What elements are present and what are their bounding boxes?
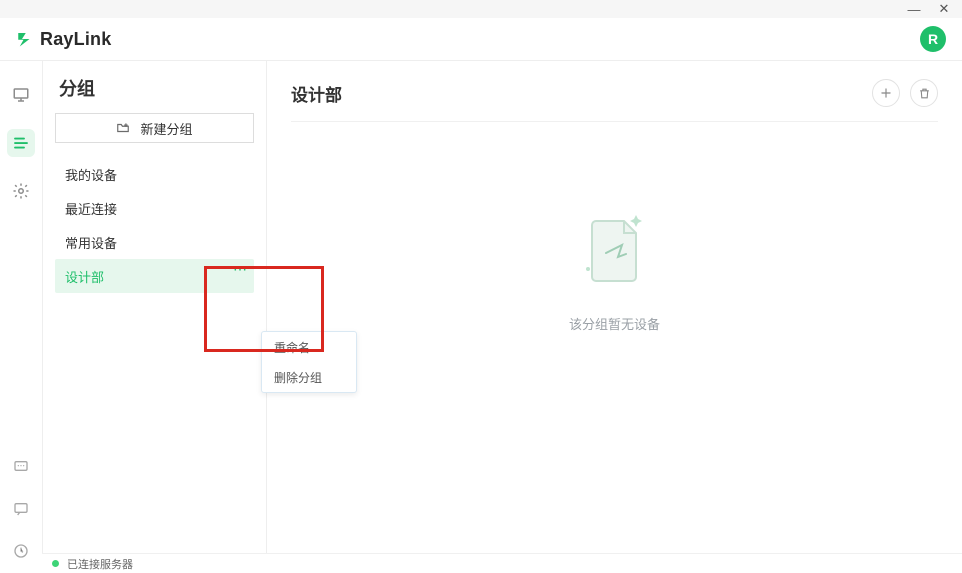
- nav-item-chat[interactable]: [7, 453, 35, 481]
- delete-button[interactable]: [910, 79, 938, 107]
- add-device-button[interactable]: [872, 79, 900, 107]
- empty-illustration: [583, 212, 647, 292]
- plus-icon: [879, 86, 893, 100]
- group-item-label: 我的设备: [65, 165, 117, 184]
- nav-rail: [0, 60, 42, 573]
- new-group-label: 新建分组: [140, 119, 192, 138]
- empty-text: 该分组暂无设备: [569, 314, 660, 333]
- window-minimize-button[interactable]: —: [908, 3, 920, 15]
- titlebar: — ✕: [0, 0, 962, 18]
- status-bar: 已连接服务器: [42, 553, 962, 573]
- sidebar: 分组 新建分组 我的设备 最近连接 常用设备 设计部 ⋯ 重命名 删除分组: [42, 60, 267, 573]
- user-avatar[interactable]: R: [920, 26, 946, 52]
- monitor-icon: [12, 86, 30, 104]
- sidebar-title: 分组: [55, 75, 254, 101]
- logo-text: RayLink: [40, 29, 111, 50]
- nav-item-help[interactable]: [7, 537, 35, 565]
- avatar-initial: R: [928, 31, 938, 47]
- more-icon[interactable]: ⋯: [233, 261, 248, 278]
- group-item-label: 最近连接: [65, 199, 117, 218]
- main-title: 设计部: [291, 81, 342, 106]
- status-text: 已连接服务器: [67, 556, 133, 572]
- new-folder-icon: [116, 121, 130, 135]
- context-menu-item-label: 删除分组: [274, 369, 322, 386]
- app-logo: RayLink: [16, 29, 111, 50]
- group-item-label: 设计部: [65, 267, 104, 286]
- main-actions: [872, 79, 938, 107]
- nav-bottom: [7, 453, 35, 565]
- nav-item-feedback[interactable]: [7, 495, 35, 523]
- app-header: RayLink R: [0, 18, 962, 60]
- nav-item-settings[interactable]: [7, 177, 35, 205]
- empty-state: 该分组暂无设备: [291, 122, 938, 555]
- main-panel: 设计部 该分组暂无设备: [267, 60, 962, 573]
- window-close-button[interactable]: ✕: [938, 3, 950, 15]
- message-icon: [13, 501, 29, 517]
- gear-icon: [12, 182, 30, 200]
- context-menu-rename[interactable]: 重命名: [262, 332, 356, 362]
- group-item-label: 常用设备: [65, 233, 117, 252]
- chat-icon: [13, 459, 29, 475]
- new-group-button[interactable]: 新建分组: [55, 113, 254, 143]
- logo-icon: [16, 30, 34, 48]
- document-icon: [570, 207, 660, 297]
- group-item-favorites[interactable]: 常用设备: [55, 225, 254, 259]
- close-icon: ✕: [939, 1, 950, 17]
- main-header: 设计部: [291, 79, 938, 122]
- list-icon: [12, 134, 30, 152]
- group-list: 我的设备 最近连接 常用设备 设计部 ⋯: [55, 157, 254, 293]
- context-menu-delete[interactable]: 删除分组: [262, 362, 356, 392]
- nav-item-desktop[interactable]: [7, 81, 35, 109]
- group-item-recent[interactable]: 最近连接: [55, 191, 254, 225]
- nav-item-groups[interactable]: [7, 129, 35, 157]
- minimize-icon: —: [908, 2, 921, 17]
- group-item-design-dept[interactable]: 设计部 ⋯: [55, 259, 254, 293]
- status-dot-icon: [52, 560, 59, 567]
- group-item-my-devices[interactable]: 我的设备: [55, 157, 254, 191]
- app-body: 分组 新建分组 我的设备 最近连接 常用设备 设计部 ⋯ 重命名 删除分组 设计…: [0, 60, 962, 573]
- context-menu-item-label: 重命名: [274, 339, 310, 356]
- clock-icon: [13, 543, 29, 559]
- context-menu: 重命名 删除分组: [261, 331, 357, 393]
- trash-icon: [918, 87, 931, 100]
